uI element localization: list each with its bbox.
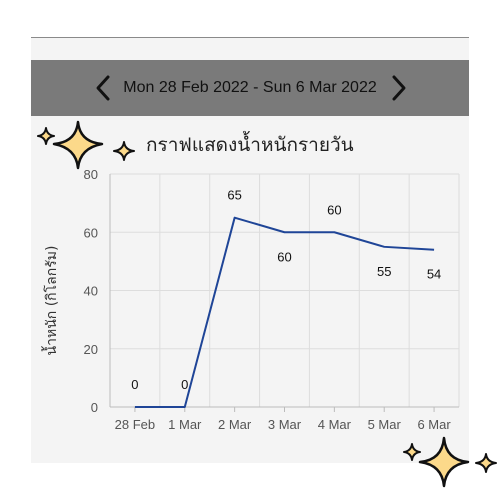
data-label: 0 — [131, 377, 138, 392]
x-tick-label: 2 Mar — [218, 417, 252, 432]
data-label: 60 — [327, 202, 341, 217]
chevron-right-icon — [392, 75, 406, 101]
sparkle-decoration-icon — [403, 436, 497, 488]
chevron-left-icon — [96, 75, 110, 101]
y-axis-label: น้ำหนัก (กิโลกรัม) — [41, 246, 60, 356]
data-label: 60 — [277, 249, 291, 264]
sparkle-decoration-icon — [37, 120, 135, 170]
x-tick-label: 5 Mar — [368, 417, 402, 432]
x-tick-label: 28 Feb — [115, 417, 155, 432]
data-label: 0 — [181, 377, 188, 392]
y-tick-label: 60 — [84, 225, 98, 240]
x-tick-label: 3 Mar — [268, 417, 302, 432]
x-tick-label: 4 Mar — [318, 417, 352, 432]
y-tick-label: 40 — [84, 284, 98, 299]
data-label: 55 — [377, 264, 391, 279]
x-tick-label: 6 Mar — [417, 417, 451, 432]
weight-line-chart: 02040608028 Feb 1 Mar 2 Mar 3 Mar 4 Mar 5 Mar… — [41, 167, 460, 432]
data-label: 65 — [227, 188, 241, 203]
date-navigation-bar: Mon 28 Feb 2022 - Sun 6 Mar 2022 — [31, 60, 469, 116]
series-line — [134, 216, 435, 408]
previous-week-button[interactable] — [89, 74, 117, 102]
top-divider — [31, 37, 469, 38]
date-range-label: Mon 28 Feb 2022 - Sun 6 Mar 2022 — [123, 79, 377, 96]
next-week-button[interactable] — [385, 74, 413, 102]
y-tick-label: 0 — [91, 400, 98, 415]
data-label: 54 — [427, 267, 441, 282]
x-tick-label: 1 Mar — [168, 417, 202, 432]
y-tick-label: 20 — [84, 342, 98, 357]
